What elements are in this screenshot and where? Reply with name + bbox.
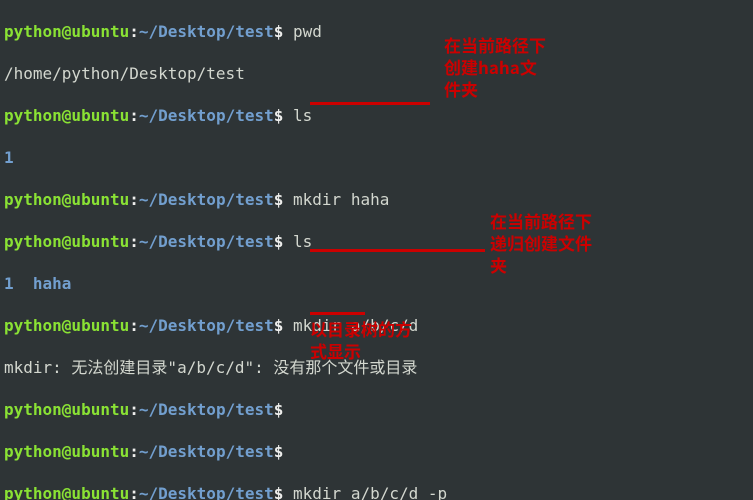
- annotation-1: 在当前路径下 创建haha文 件夹: [444, 34, 546, 100]
- out-ls2: 1 haha: [4, 273, 749, 294]
- annotation-2: 在当前路径下 递归创建文件 夹: [490, 210, 592, 276]
- cmd-mkdir-abcd-p: mkdir a/b/c/d -p: [293, 484, 447, 500]
- underline-2: [310, 249, 485, 252]
- line-ls1: python@ubuntu:~/Desktop/test$ ls: [4, 105, 749, 126]
- prompt-path: ~/Desktop/test: [139, 22, 274, 41]
- line-empty2: python@ubuntu:~/Desktop/test$: [4, 441, 749, 462]
- prompt-user: python@ubuntu: [4, 22, 129, 41]
- cmd-pwd: pwd: [293, 22, 322, 41]
- line-mkdir-haha: python@ubuntu:~/Desktop/test$ mkdir haha: [4, 189, 749, 210]
- underline-3: [310, 312, 365, 315]
- out-ls1: 1: [4, 147, 749, 168]
- annotation-3: 以目录树的方 式显示: [310, 318, 412, 362]
- line-pwd: python@ubuntu:~/Desktop/test$ pwd: [4, 21, 749, 42]
- line-mkdir-abcd-p: python@ubuntu:~/Desktop/test$ mkdir a/b/…: [4, 483, 749, 500]
- cmd-mkdir-haha: mkdir haha: [293, 190, 389, 209]
- line-empty1: python@ubuntu:~/Desktop/test$: [4, 399, 749, 420]
- cmd-ls: ls: [293, 106, 312, 125]
- out-pwd: /home/python/Desktop/test: [4, 63, 749, 84]
- underline-1: [310, 102, 430, 105]
- prompt-dollar: $: [274, 22, 284, 41]
- prompt-sep: :: [129, 22, 139, 41]
